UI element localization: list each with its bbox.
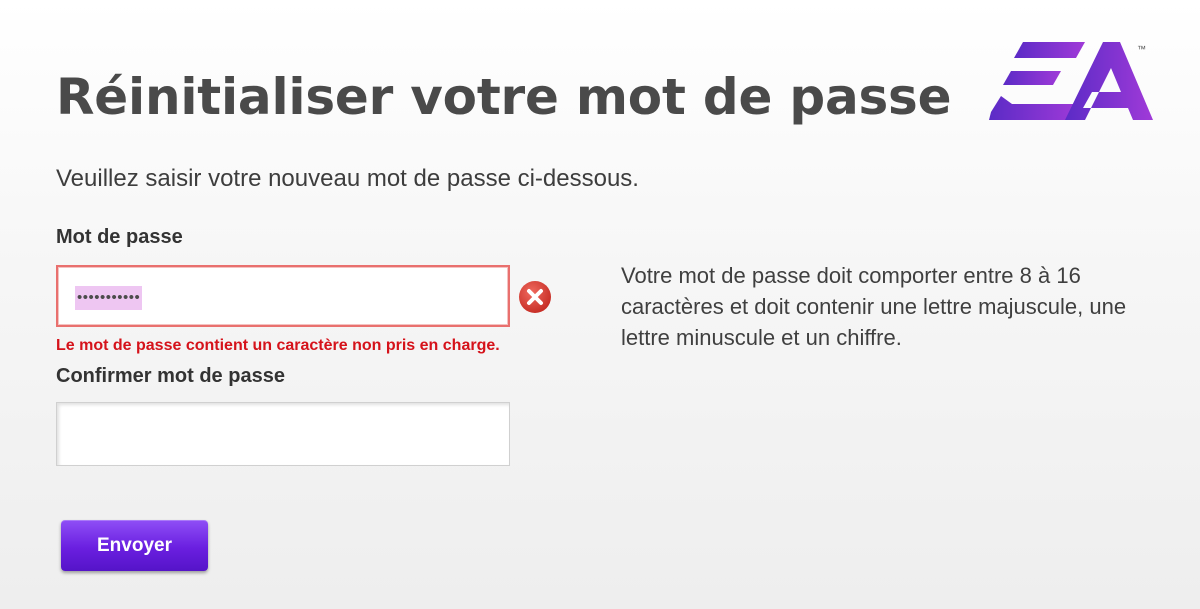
password-error-message: Le mot de passe contient un caractère no… [56, 337, 500, 354]
ea-logo: ™ [989, 42, 1153, 120]
ea-logo-trademark: ™ [1137, 44, 1146, 54]
confirm-password-field[interactable] [56, 402, 510, 466]
password-value: ••••••••••• [75, 286, 143, 310]
page-title: Réinitialiser votre mot de passe [56, 68, 952, 126]
ea-logo-e-middle [1003, 71, 1061, 85]
error-x-icon [519, 281, 551, 313]
password-requirements-hint: Votre mot de passe doit comporter entre … [621, 263, 1127, 350]
password-field[interactable]: ••••••••••• [56, 265, 510, 327]
password-label: Mot de passe [56, 226, 183, 248]
ea-logo-e-top [1014, 42, 1085, 58]
ea-logo-e-bottom [989, 96, 1080, 120]
page-subtitle: Veuillez saisir votre nouveau mot de pas… [56, 165, 639, 192]
confirm-password-label: Confirmer mot de passe [56, 365, 285, 387]
submit-button[interactable]: Envoyer [61, 520, 208, 571]
